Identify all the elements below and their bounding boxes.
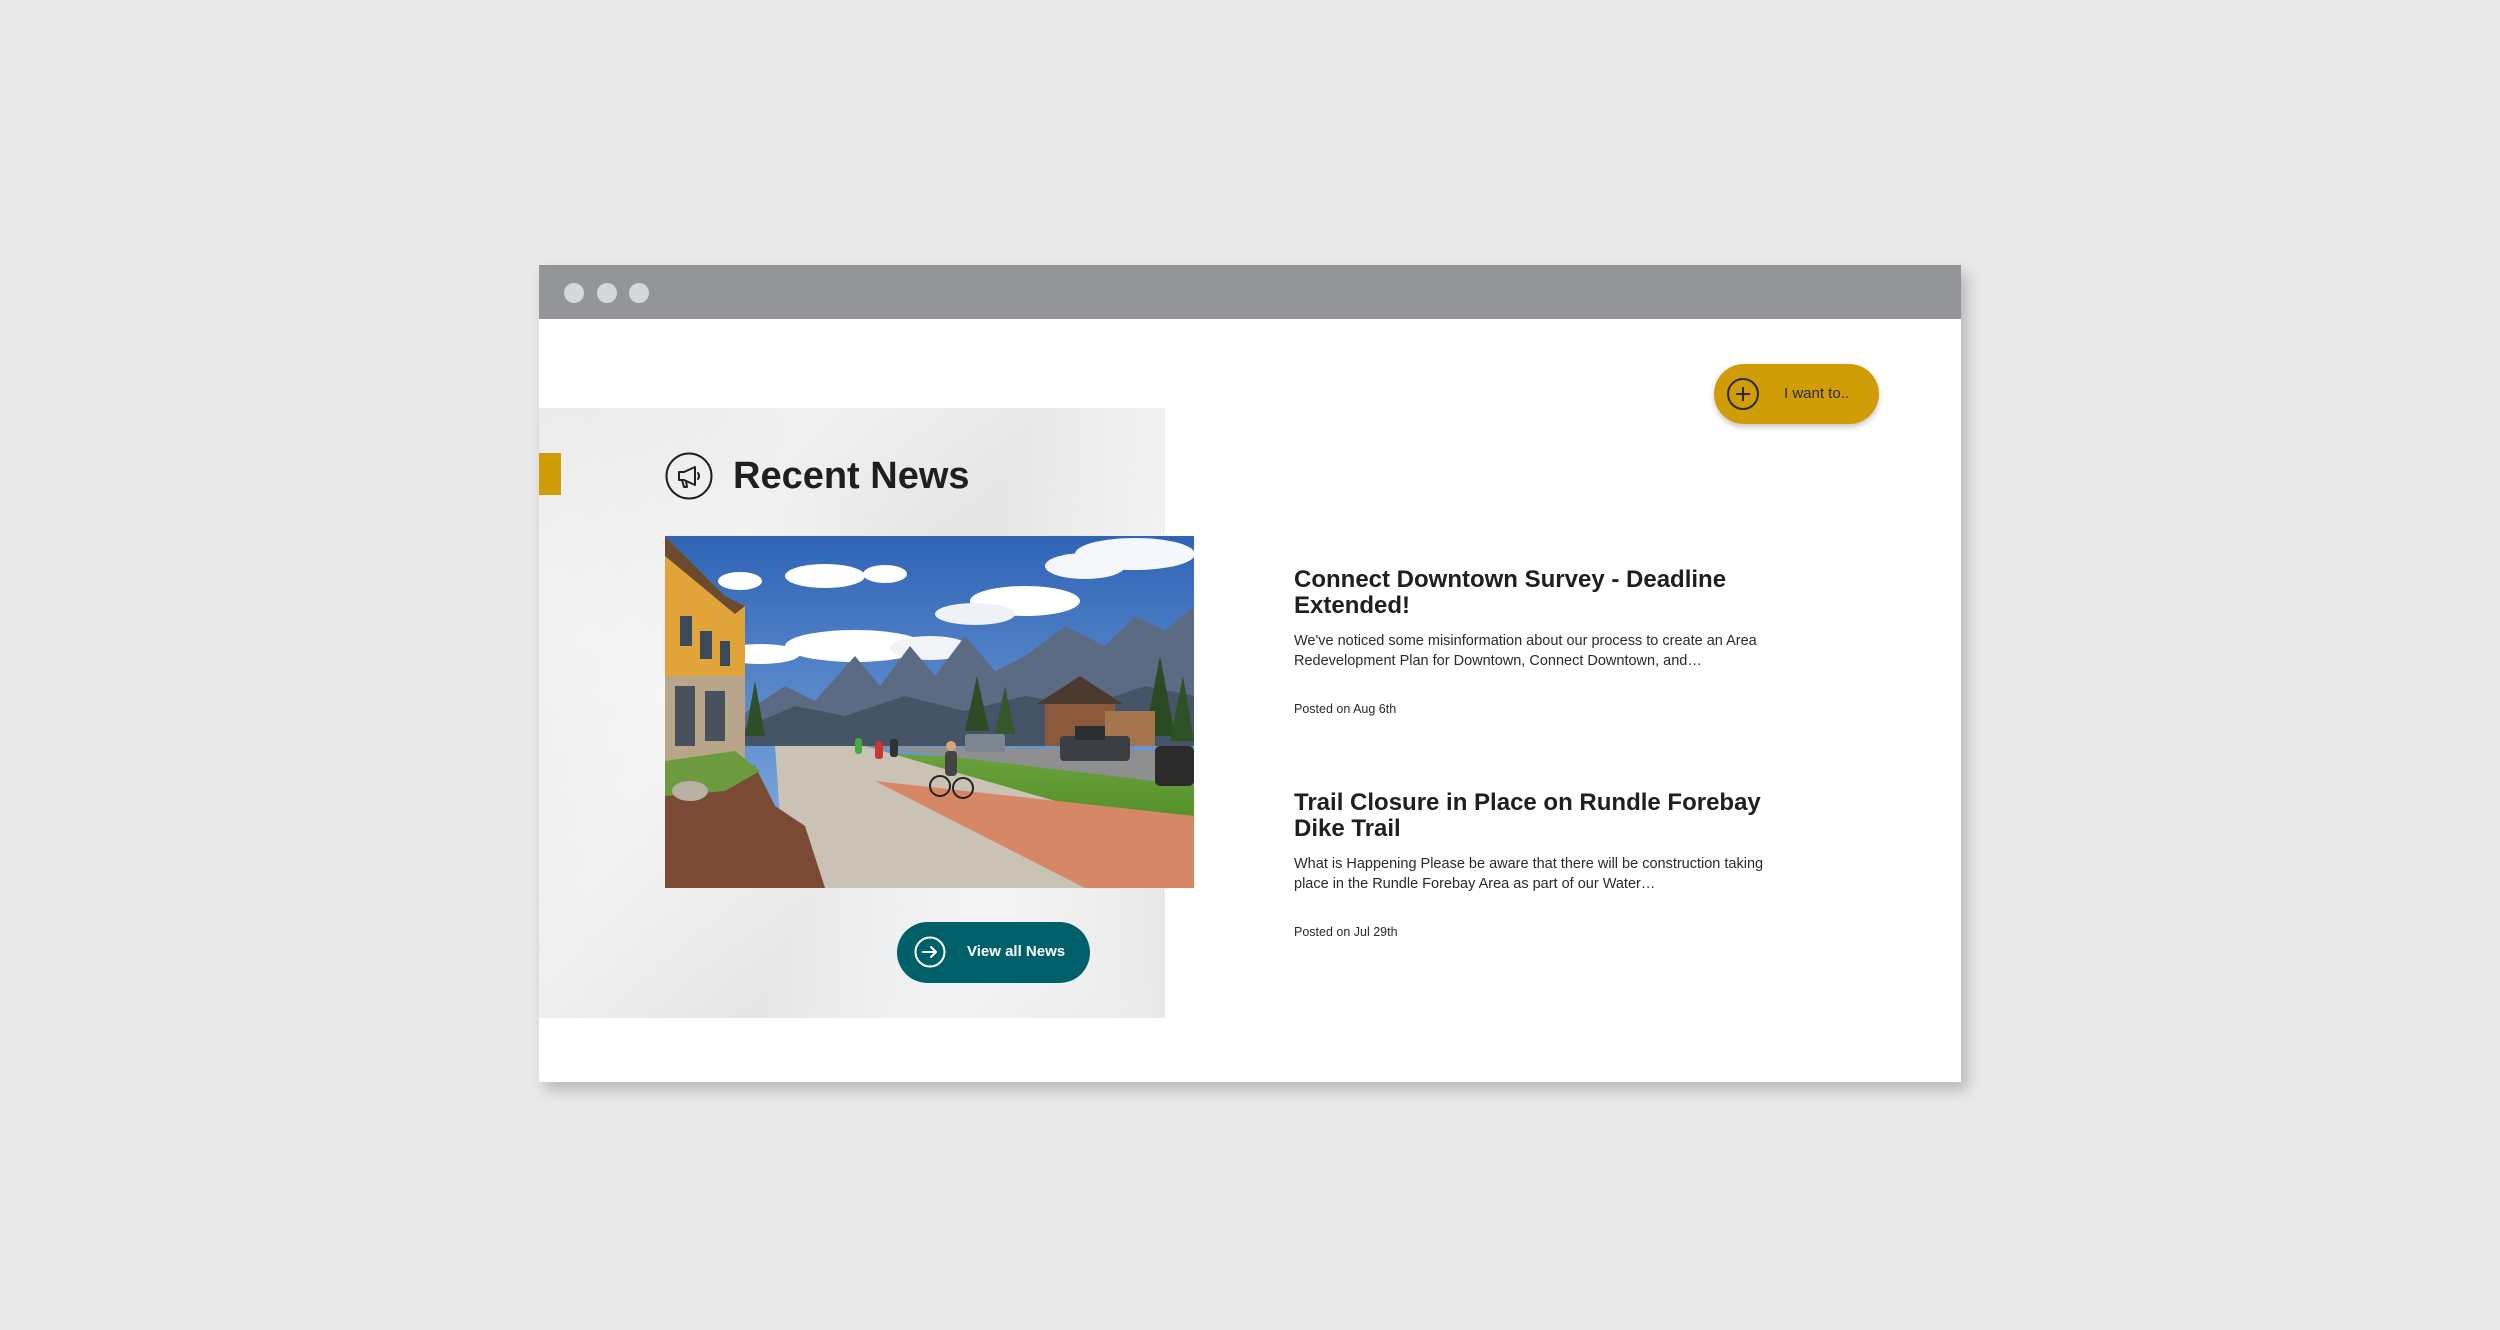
article-title-link[interactable]: Trail Closure in Place on Rundle Forebay… [1294, 790, 1794, 842]
view-all-news-button[interactable]: View all News [897, 922, 1090, 983]
news-photo[interactable] [665, 536, 1194, 888]
window-titlebar [539, 265, 1961, 319]
browser-window: I want to.. Recent News View all News Co… [539, 265, 1961, 1082]
news-article: Connect Downtown Survey - Deadline Exten… [1294, 567, 1794, 717]
article-excerpt: What is Happening Please be aware that t… [1294, 856, 1764, 892]
megaphone-icon [665, 452, 713, 500]
window-dot-icon [597, 283, 617, 303]
article-title-link[interactable]: Connect Downtown Survey - Deadline Exten… [1294, 567, 1794, 619]
i-want-to-button[interactable]: I want to.. [1714, 364, 1879, 424]
accent-marker [539, 453, 561, 495]
window-dot-icon [629, 283, 649, 303]
news-article: Trail Closure in Place on Rundle Forebay… [1294, 790, 1794, 940]
i-want-to-label: I want to.. [1784, 385, 1850, 402]
article-date: Posted on Aug 6th [1294, 702, 1397, 716]
view-all-news-label: View all News [967, 943, 1066, 960]
window-dot-icon [564, 283, 584, 303]
plus-circle-icon [1727, 378, 1759, 410]
article-excerpt: We've noticed some misinformation about … [1294, 633, 1757, 669]
article-date: Posted on Jul 29th [1294, 925, 1398, 939]
section-title: Recent News [733, 455, 970, 497]
arrow-right-circle-icon [914, 936, 946, 968]
